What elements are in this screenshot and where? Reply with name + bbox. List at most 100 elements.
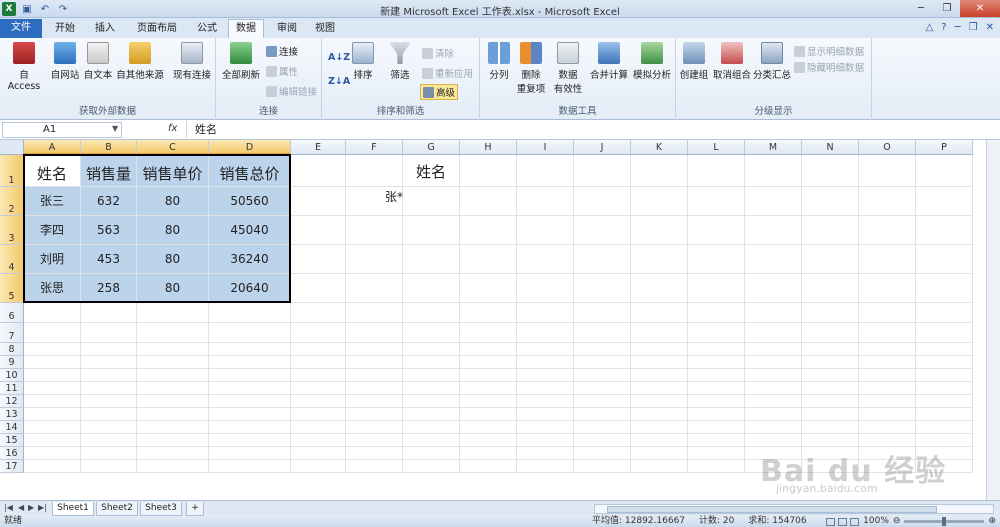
first-sheet-icon[interactable]: |◀ — [4, 503, 13, 512]
doc-minimize-icon[interactable]: ─ — [955, 22, 961, 33]
column-header-k[interactable]: K — [631, 140, 688, 155]
clear-filter-button[interactable]: 清除 — [422, 46, 454, 60]
help-icon[interactable]: ? — [941, 22, 946, 33]
chevron-down-icon[interactable]: ▼ — [112, 124, 118, 133]
remove-duplicates-button[interactable]: 删除 重复项 — [514, 42, 548, 95]
column-header-b[interactable]: B — [81, 140, 137, 155]
tab-data[interactable]: 数据 — [228, 19, 264, 38]
horizontal-scrollbar[interactable] — [594, 504, 994, 514]
from-web-button[interactable]: 自网站 — [48, 42, 82, 81]
tab-home[interactable]: 开始 — [48, 20, 82, 38]
subtotal-button[interactable]: 分类汇总 — [752, 42, 792, 81]
tab-view[interactable]: 视图 — [308, 20, 342, 38]
criteria-header-cell[interactable]: 姓名 — [403, 155, 459, 186]
column-header-l[interactable]: L — [688, 140, 745, 155]
row-header-10[interactable]: 10 — [0, 369, 24, 382]
prev-sheet-icon[interactable]: ◀ — [18, 503, 24, 512]
column-header-i[interactable]: I — [517, 140, 574, 155]
reapply-button[interactable]: 重新应用 — [422, 66, 473, 80]
hide-detail-button[interactable]: 隐藏明细数据 — [794, 60, 864, 74]
doc-restore-icon[interactable]: ❐ — [969, 22, 978, 33]
existing-connections-button[interactable]: 现有连接 — [170, 42, 214, 81]
zoom-level[interactable]: 100% — [863, 516, 889, 527]
row-header-4[interactable]: 4 — [0, 245, 24, 274]
sort-button[interactable]: 排序 — [348, 42, 378, 81]
row-header-17[interactable]: 17 — [0, 460, 24, 473]
table-cell[interactable]: 453 — [81, 245, 136, 273]
row-header-13[interactable]: 13 — [0, 408, 24, 421]
row-header-15[interactable]: 15 — [0, 434, 24, 447]
doc-close-icon[interactable]: ✕ — [986, 22, 994, 33]
show-detail-button[interactable]: 显示明细数据 — [794, 44, 864, 58]
zoom-in-icon[interactable]: ⊕ — [988, 516, 996, 527]
table-header-cell[interactable]: 销售单价 — [137, 155, 208, 186]
filter-button[interactable]: 筛选 — [384, 42, 416, 81]
table-cell[interactable]: 80 — [137, 187, 208, 215]
table-cell[interactable]: 20640 — [209, 274, 290, 302]
normal-view-icon[interactable] — [826, 517, 836, 526]
connections-button[interactable]: 连接 — [266, 44, 298, 58]
tab-page-layout[interactable]: 页面布局 — [128, 20, 186, 38]
row-header-12[interactable]: 12 — [0, 395, 24, 408]
sheet-tab-sheet3[interactable]: Sheet3 — [140, 502, 182, 516]
horizontal-scroll-thumb[interactable] — [607, 506, 937, 513]
row-header-2[interactable]: 2 — [0, 187, 24, 216]
column-header-f[interactable]: F — [346, 140, 403, 155]
table-cell[interactable]: 李四 — [24, 216, 80, 244]
row-header-6[interactable]: 6 — [0, 303, 24, 323]
column-header-g[interactable]: G — [403, 140, 460, 155]
criteria-value-cell[interactable]: 张* — [385, 187, 441, 215]
page-layout-view-icon[interactable] — [838, 517, 848, 526]
zoom-slider[interactable] — [904, 517, 985, 526]
close-icon[interactable]: ✕ — [960, 0, 1000, 17]
next-sheet-icon[interactable]: ▶ — [28, 503, 34, 512]
table-cell[interactable]: 632 — [81, 187, 136, 215]
column-header-d[interactable]: D — [209, 140, 291, 155]
formula-input[interactable]: 姓名 — [186, 121, 986, 138]
column-header-c[interactable]: C — [137, 140, 209, 155]
table-cell[interactable]: 张三 — [24, 187, 80, 215]
column-header-n[interactable]: N — [802, 140, 859, 155]
table-cell[interactable]: 80 — [137, 216, 208, 244]
what-if-analysis-button[interactable]: 模拟分析 — [630, 42, 674, 81]
advanced-filter-button[interactable]: 高级 — [420, 84, 459, 100]
table-header-cell[interactable]: 姓名 — [24, 155, 80, 186]
row-header-16[interactable]: 16 — [0, 447, 24, 460]
select-all-corner[interactable] — [0, 140, 24, 155]
insert-function-icon[interactable]: fx — [168, 123, 177, 134]
from-text-button[interactable]: 自文本 — [82, 42, 114, 81]
row-header-5[interactable]: 5 — [0, 274, 24, 303]
table-cell[interactable]: 45040 — [209, 216, 290, 244]
zoom-out-icon[interactable]: ⊖ — [893, 516, 901, 527]
refresh-all-button[interactable]: 全部刷新 — [220, 42, 262, 81]
row-header-3[interactable]: 3 — [0, 216, 24, 245]
table-cell[interactable]: 张思 — [24, 274, 80, 302]
tab-insert[interactable]: 插入 — [88, 20, 122, 38]
tab-review[interactable]: 审阅 — [270, 20, 304, 38]
worksheet-grid[interactable]: A B C D E F G H I J K L M N O P 1 2 3 4 5 6 7 8 9 10 11 12 13 14 15 16 1… — [0, 140, 1000, 500]
from-other-sources-button[interactable]: 自其他来源 — [114, 42, 166, 81]
sheet-tab-sheet2[interactable]: Sheet2 — [96, 502, 138, 516]
tab-formulas[interactable]: 公式 — [190, 20, 224, 38]
page-break-view-icon[interactable] — [850, 517, 860, 526]
group-button[interactable]: 创建组 — [678, 42, 710, 81]
from-access-button[interactable]: 自 Access — [2, 42, 46, 92]
row-header-7[interactable]: 7 — [0, 323, 24, 343]
data-validation-button[interactable]: 数据 有效性 — [550, 42, 586, 95]
column-header-p[interactable]: P — [916, 140, 973, 155]
new-sheet-icon[interactable]: + — [186, 502, 204, 516]
row-header-1[interactable]: 1 — [0, 155, 24, 187]
table-cell[interactable]: 80 — [137, 274, 208, 302]
ungroup-button[interactable]: 取消组合 — [712, 42, 752, 81]
row-header-14[interactable]: 14 — [0, 421, 24, 434]
sheet-tab-sheet1[interactable]: Sheet1 — [52, 502, 94, 516]
row-header-9[interactable]: 9 — [0, 356, 24, 369]
row-header-11[interactable]: 11 — [0, 382, 24, 395]
table-cell[interactable]: 50560 — [209, 187, 290, 215]
column-header-a[interactable]: A — [24, 140, 81, 155]
text-to-columns-button[interactable]: 分列 — [484, 42, 514, 81]
last-sheet-icon[interactable]: ▶| — [38, 503, 47, 512]
table-cell[interactable]: 563 — [81, 216, 136, 244]
edit-links-button[interactable]: 编辑链接 — [266, 84, 317, 98]
sort-az-icon[interactable]: A↓Z — [328, 52, 350, 63]
